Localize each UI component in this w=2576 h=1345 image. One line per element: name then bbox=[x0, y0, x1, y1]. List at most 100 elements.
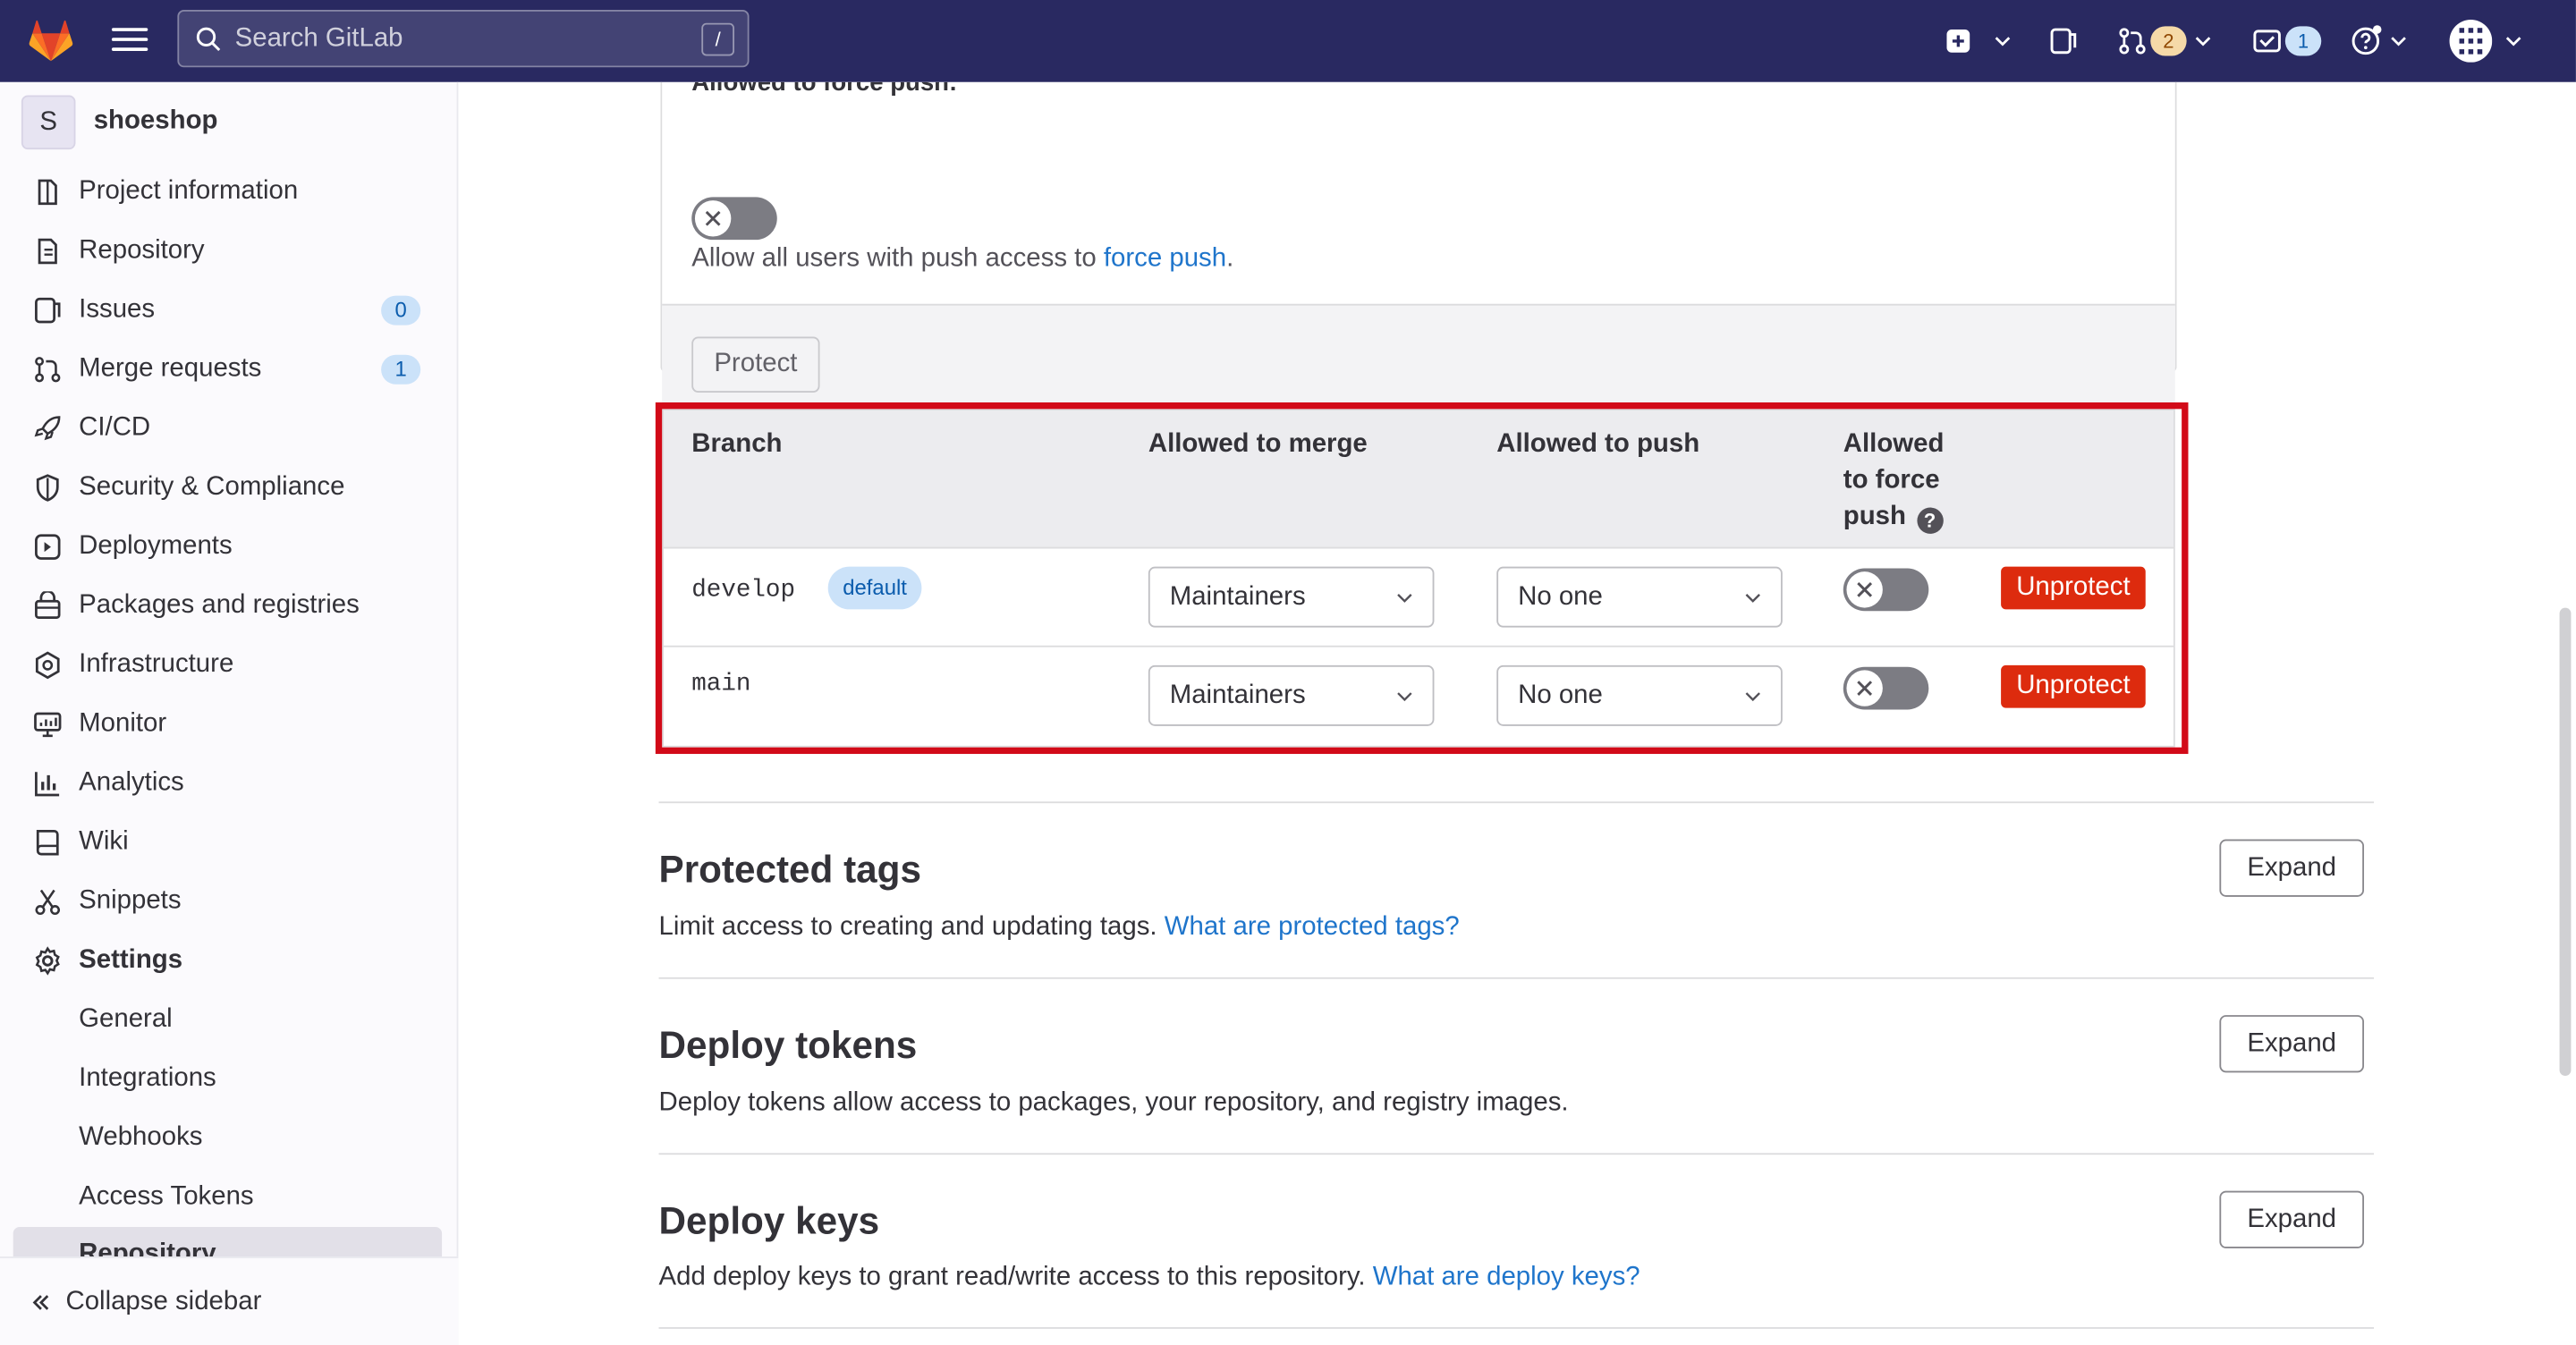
annotation-highlight-box bbox=[655, 402, 2189, 755]
search-icon bbox=[196, 26, 221, 51]
sidebar-item-label: Settings bbox=[79, 945, 183, 975]
merge-requests-shortcut[interactable]: 2 bbox=[2118, 20, 2212, 63]
chart-icon bbox=[35, 772, 60, 797]
issues-icon bbox=[2050, 28, 2077, 55]
book-icon bbox=[36, 829, 59, 856]
issues-icon bbox=[35, 297, 61, 324]
protect-branch-form: Allowed to force push: Allow all users w… bbox=[660, 81, 2177, 419]
chevron-down-icon bbox=[2195, 37, 2211, 47]
sidebar-item-label: Security & Compliance bbox=[79, 472, 345, 502]
issues-shortcut[interactable] bbox=[2048, 20, 2078, 63]
divider bbox=[658, 1153, 2375, 1155]
desc-text: Add deploy keys to grant read/write acce… bbox=[658, 1263, 1373, 1291]
deployments-icon bbox=[35, 534, 61, 560]
sidebar-item-label: Monitor bbox=[79, 709, 167, 738]
todos-count-badge: 1 bbox=[2284, 26, 2322, 56]
desc-text: Limit access to creating and updating ta… bbox=[658, 913, 1165, 942]
sidebar-item-analytics[interactable]: Analytics bbox=[33, 759, 428, 808]
rocket-icon bbox=[34, 416, 61, 441]
section-desc-protected-tags: Limit access to creating and updating ta… bbox=[659, 913, 1460, 943]
collapse-sidebar-label: Collapse sidebar bbox=[65, 1287, 262, 1315]
protected-tags-help-link[interactable]: What are protected tags? bbox=[1165, 913, 1460, 941]
merge-requests-count-badge: 2 bbox=[2150, 26, 2187, 56]
project-header[interactable]: S shoeshop bbox=[21, 94, 217, 149]
force-push-help-text: Allow all users with push access to forc… bbox=[691, 245, 1233, 275]
project-icon bbox=[38, 179, 57, 206]
divider bbox=[658, 1327, 2375, 1329]
sidebar-item-label: Wiki bbox=[79, 827, 129, 856]
sidebar-item-deployments[interactable]: Deployments bbox=[33, 522, 428, 571]
search-input[interactable] bbox=[234, 23, 663, 54]
sidebar-item-monitor[interactable]: Monitor bbox=[33, 699, 428, 749]
sidebar-subitem-webhooks[interactable]: Webhooks bbox=[79, 1113, 202, 1163]
sidebar-item-snippets[interactable]: Snippets bbox=[33, 877, 428, 926]
gitlab-logo-icon[interactable] bbox=[26, 16, 75, 65]
section-title-deploy-keys: Deploy keys bbox=[658, 1198, 880, 1242]
chevron-down-icon bbox=[1995, 37, 2011, 47]
sidebar-subitem-integrations[interactable]: Integrations bbox=[79, 1054, 216, 1104]
avatar bbox=[2449, 20, 2493, 63]
sidebar-subitem-general[interactable]: General bbox=[79, 995, 173, 1045]
sidebar-item-merge-requests[interactable]: Merge requests 1 bbox=[33, 345, 428, 394]
section-title-deploy-tokens: Deploy tokens bbox=[658, 1023, 918, 1067]
help-suffix: . bbox=[1226, 244, 1234, 273]
divider bbox=[658, 801, 2375, 804]
sidebar-item-label: Infrastructure bbox=[79, 650, 234, 679]
sidebar-item-repository[interactable]: Repository bbox=[33, 226, 428, 275]
shield-icon bbox=[36, 474, 59, 502]
scissors-icon bbox=[35, 889, 61, 916]
sidebar-item-ci-cd[interactable]: CI/CD bbox=[33, 404, 428, 453]
top-navbar: / 2 1 bbox=[0, 0, 2576, 82]
chevron-down-icon bbox=[2505, 37, 2521, 47]
gear-icon bbox=[35, 946, 60, 976]
sidebar-subitem-access-tokens[interactable]: Access Tokens bbox=[79, 1172, 253, 1222]
create-new-dropdown[interactable] bbox=[1945, 20, 2011, 63]
sidebar-item-label: Packages and registries bbox=[79, 591, 360, 620]
sidebar-item-settings[interactable]: Settings bbox=[33, 936, 428, 985]
search-box[interactable]: / bbox=[177, 10, 750, 68]
project-sidebar: S shoeshop Project information Repositor… bbox=[0, 81, 459, 1345]
chevron-down-icon bbox=[2391, 37, 2406, 47]
sidebar-item-wiki[interactable]: Wiki bbox=[33, 818, 428, 867]
expand-deploy-tokens-button[interactable]: Expand bbox=[2219, 1015, 2365, 1073]
sidebar-item-packages-registries[interactable]: Packages and registries bbox=[33, 581, 428, 630]
help-prefix: Allow all users with push access to bbox=[691, 244, 1104, 273]
plus-square-icon bbox=[1946, 30, 1970, 53]
sidebar-item-label: Repository bbox=[79, 236, 205, 265]
user-menu-dropdown[interactable] bbox=[2449, 20, 2522, 63]
monitor-icon bbox=[34, 712, 62, 738]
cloud-gear-icon bbox=[35, 651, 60, 680]
double-chevron-left-icon bbox=[32, 1294, 49, 1309]
sidebar-item-label: Snippets bbox=[79, 886, 182, 916]
search-shortcut-hint: / bbox=[701, 22, 735, 56]
package-icon bbox=[35, 591, 61, 619]
scrollbar-thumb[interactable] bbox=[2559, 607, 2572, 1077]
merge-request-icon bbox=[2119, 28, 2146, 55]
collapse-sidebar-button[interactable]: Collapse sidebar bbox=[0, 1256, 459, 1345]
protect-button[interactable]: Protect bbox=[691, 336, 820, 393]
menu-icon[interactable] bbox=[111, 23, 148, 59]
sidebar-item-label: Project information bbox=[79, 177, 299, 206]
force-push-toggle[interactable] bbox=[691, 197, 777, 241]
section-desc-deploy-tokens: Deploy tokens allow access to packages, … bbox=[658, 1088, 1569, 1117]
sidebar-item-infrastructure[interactable]: Infrastructure bbox=[33, 640, 428, 689]
sidebar-item-security-compliance[interactable]: Security & Compliance bbox=[33, 463, 428, 512]
sidebar-item-label: Analytics bbox=[79, 768, 184, 797]
sidebar-item-label: Merge requests bbox=[79, 354, 262, 383]
deploy-keys-help-link[interactable]: What are deploy keys? bbox=[1373, 1263, 1640, 1290]
question-icon bbox=[2351, 25, 2382, 55]
project-avatar: S bbox=[21, 94, 76, 149]
force-push-link[interactable]: force push bbox=[1104, 245, 1226, 273]
todos-shortcut[interactable]: 1 bbox=[2252, 20, 2322, 63]
expand-deploy-keys-button[interactable]: Expand bbox=[2219, 1190, 2365, 1248]
section-title-protected-tags: Protected tags bbox=[658, 847, 921, 891]
sidebar-item-project-information[interactable]: Project information bbox=[33, 167, 428, 216]
sidebar-item-label: CI/CD bbox=[79, 413, 151, 443]
merge-request-icon bbox=[35, 357, 61, 383]
help-dropdown[interactable] bbox=[2349, 20, 2406, 63]
expand-protected-tags-button[interactable]: Expand bbox=[2219, 839, 2365, 897]
sidebar-item-label: Issues bbox=[79, 295, 156, 324]
close-icon bbox=[705, 210, 721, 226]
sidebar-item-issues[interactable]: Issues 0 bbox=[33, 286, 428, 335]
merge-requests-count-badge: 1 bbox=[381, 354, 421, 385]
